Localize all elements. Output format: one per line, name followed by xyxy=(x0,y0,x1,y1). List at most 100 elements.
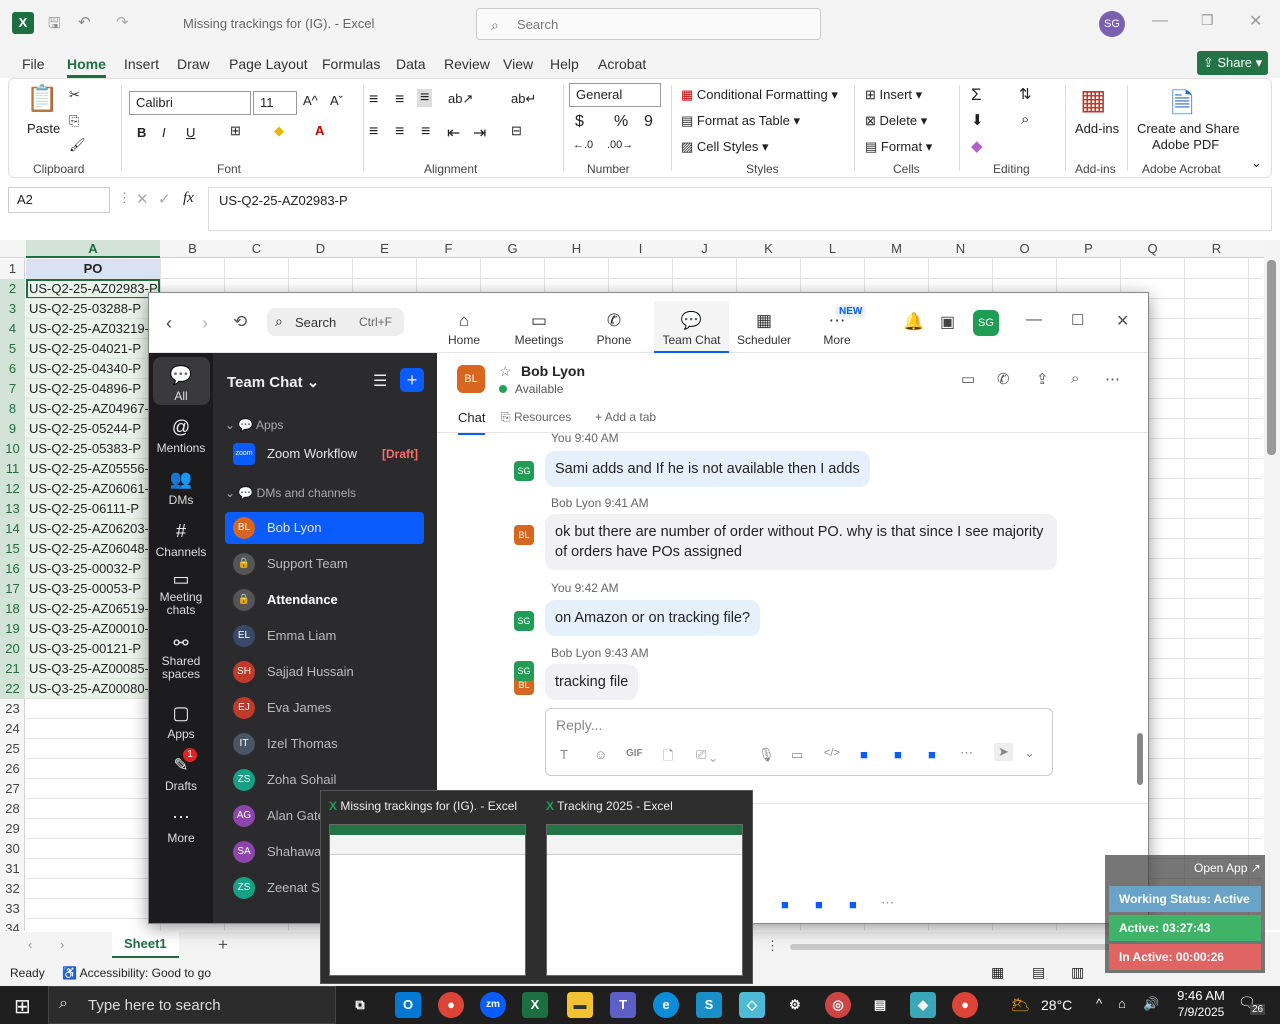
row-header[interactable]: 1 xyxy=(0,259,25,279)
preview-thumbnail-1[interactable] xyxy=(329,824,526,976)
conditional-formatting-button[interactable]: ▦ Conditional Formatting ▾ xyxy=(681,87,838,103)
copy-icon[interactable]: ⎘ xyxy=(69,113,79,129)
app-icon[interactable]: ◇ xyxy=(739,992,765,1018)
add-ins-icon[interactable]: ▦ xyxy=(1080,83,1106,116)
sidebar-item-bob-lyon[interactable]: BL Bob Lyon xyxy=(225,512,424,544)
align-top-icon[interactable]: ≡ xyxy=(369,91,378,109)
table-cell[interactable]: US-Q2-25-04896-P xyxy=(26,379,141,399)
gif-icon[interactable]: GIF xyxy=(626,748,643,759)
table-cell[interactable]: US-Q2-25-05383-P xyxy=(26,439,141,459)
row-header[interactable]: 18 xyxy=(0,599,25,619)
align-middle-icon[interactable]: ≡ xyxy=(395,91,404,109)
row-header[interactable]: 26 xyxy=(0,759,25,779)
column-header[interactable]: G xyxy=(481,241,544,256)
app-s-icon[interactable]: S xyxy=(696,992,722,1018)
zoom-user-avatar[interactable]: SG xyxy=(973,310,999,336)
insert-cells-button[interactable]: ⊞ Insert ▾ xyxy=(865,87,922,103)
network-icon[interactable]: ⌂ xyxy=(1118,996,1126,1011)
comma-icon[interactable]: 9 xyxy=(644,113,653,131)
menu-draw[interactable]: Draw xyxy=(177,56,210,72)
align-center-icon[interactable]: ≡ xyxy=(395,123,404,141)
table-cell[interactable]: US-Q2-25-05244-P xyxy=(26,419,141,439)
table-cell[interactable]: US-Q2-25-03288-P xyxy=(26,299,141,319)
bell-icon[interactable]: 🔔 xyxy=(903,312,924,332)
team-chat-dropdown[interactable]: Team Chat ⌄ xyxy=(227,373,319,391)
app-icon[interactable]: ◆ xyxy=(910,992,936,1018)
font-size-select[interactable]: 11 xyxy=(253,91,297,115)
create-share-label-2[interactable]: Adobe PDF xyxy=(1152,137,1219,152)
row-header[interactable]: 10 xyxy=(0,439,25,459)
row-header[interactable]: 21 xyxy=(0,659,25,679)
message-bubble[interactable]: on Amazon or on tracking file? xyxy=(545,600,761,636)
decrease-decimal-icon[interactable]: .00→ xyxy=(607,139,633,151)
table-cell[interactable]: US-Q3-25-00032-P xyxy=(26,559,141,579)
align-bottom-icon[interactable]: ≡ xyxy=(417,89,433,107)
table-cell[interactable]: US-Q3-25-00121-P xyxy=(26,639,141,659)
outlook-icon[interactable]: O xyxy=(395,992,421,1018)
row-header[interactable]: 27 xyxy=(0,779,25,799)
file-explorer-icon[interactable]: ▬ xyxy=(567,992,593,1018)
column-header[interactable]: C xyxy=(225,241,288,256)
increase-indent-icon[interactable]: ⇥ xyxy=(473,123,486,143)
preview-thumbnail-2[interactable] xyxy=(546,824,743,976)
format-painter-icon[interactable]: 🖌 xyxy=(69,137,86,153)
table-cell[interactable]: US-Q3-25-00053-P xyxy=(26,579,141,599)
app-icon-3[interactable]: ■ xyxy=(849,897,857,912)
share-screen-icon[interactable]: ⇪ xyxy=(1036,370,1049,388)
history-icon[interactable]: ⟲ xyxy=(233,312,247,332)
borders-icon[interactable]: ⊞ xyxy=(230,123,241,139)
formula-bar[interactable]: US-Q2-25-AZ02983-P xyxy=(208,187,1272,231)
font-color-icon[interactable]: A xyxy=(315,123,324,138)
column-header[interactable]: O xyxy=(993,241,1056,256)
column-header[interactable]: J xyxy=(673,241,736,256)
table-cell[interactable]: US-Q2-25-AZ05556-P xyxy=(26,459,158,479)
row-header[interactable]: 22 xyxy=(0,679,25,699)
nav-phone[interactable]: ✆ Phone xyxy=(589,311,639,347)
phone-call-icon[interactable]: ✆ xyxy=(997,370,1010,388)
table-cell[interactable]: US-Q3-25-AZ00080-P xyxy=(26,679,158,699)
menu-file[interactable]: File xyxy=(22,56,45,72)
format-as-table-button[interactable]: ▤ Format as Table ▾ xyxy=(681,113,800,129)
shrink-font-icon[interactable]: Aˇ xyxy=(330,93,343,108)
menu-acrobat[interactable]: Acrobat xyxy=(598,56,646,72)
insert-function-icon[interactable]: fx xyxy=(183,190,194,207)
zoom-close-icon[interactable]: ✕ xyxy=(1116,311,1129,331)
fill-color-icon[interactable]: ◆ xyxy=(274,123,284,139)
row-header[interactable]: 14 xyxy=(0,519,25,539)
delete-cells-button[interactable]: ⊠ Delete ▾ xyxy=(865,113,927,129)
column-header[interactable]: B xyxy=(161,241,224,256)
align-right-icon[interactable]: ≡ xyxy=(421,123,430,141)
prev-sheet-icon[interactable]: ‹ xyxy=(28,937,32,952)
minimize-icon[interactable]: — xyxy=(1152,12,1168,30)
sheet-tab-sheet1[interactable]: Sheet1 xyxy=(112,932,179,958)
row-header[interactable]: 7 xyxy=(0,379,25,399)
rail-meeting-chats[interactable]: ▭ Meeting chats xyxy=(149,570,213,617)
fill-icon[interactable]: ⬇ xyxy=(971,111,984,129)
vertical-scrollbar[interactable] xyxy=(1264,240,1280,930)
open-app-button[interactable]: Open App ↗ xyxy=(1194,861,1261,875)
reply-composer[interactable]: Reply... T ☺ GIF 🗋 ⎚ ⌄ 🎙 ▭ </> ■ ■ ■ ⋯ ➤… xyxy=(545,708,1053,776)
rail-shared-spaces[interactable]: ⚯ Shared spaces xyxy=(149,634,213,681)
row-header[interactable]: 12 xyxy=(0,479,25,499)
page-break-view-icon[interactable]: ▥ xyxy=(1071,964,1084,981)
app-icon-3[interactable]: ■ xyxy=(928,747,936,762)
row-header[interactable]: 16 xyxy=(0,559,25,579)
video-call-icon[interactable]: ▭ xyxy=(961,370,975,388)
clear-icon[interactable]: ◆ xyxy=(971,137,983,155)
filter-icon[interactable]: ☰ xyxy=(373,371,387,391)
send-options-icon[interactable]: ⌄ xyxy=(1024,745,1035,761)
table-cell[interactable]: US-Q2-25-04340-P xyxy=(26,359,141,379)
merge-center-icon[interactable]: ⊟ xyxy=(511,123,522,139)
new-chat-icon[interactable]: + xyxy=(400,368,424,392)
excel-taskbar-icon[interactable]: X xyxy=(522,992,548,1018)
excel-search-box[interactable]: ⌕ Search xyxy=(476,8,821,40)
wrap-text-icon[interactable]: ab↵ xyxy=(511,91,536,107)
weather-icon[interactable]: 🌥 xyxy=(1010,995,1030,1015)
column-header[interactable]: P xyxy=(1057,241,1120,256)
message-avatar[interactable]: BL xyxy=(514,525,534,545)
row-header[interactable]: 6 xyxy=(0,359,25,379)
tab-resources[interactable]: ⎘ Resources xyxy=(501,410,571,425)
column-header[interactable]: E xyxy=(353,241,416,256)
apps-section-header[interactable]: ⌄ 💬 Apps xyxy=(225,418,283,432)
next-sheet-icon[interactable]: › xyxy=(60,937,64,952)
